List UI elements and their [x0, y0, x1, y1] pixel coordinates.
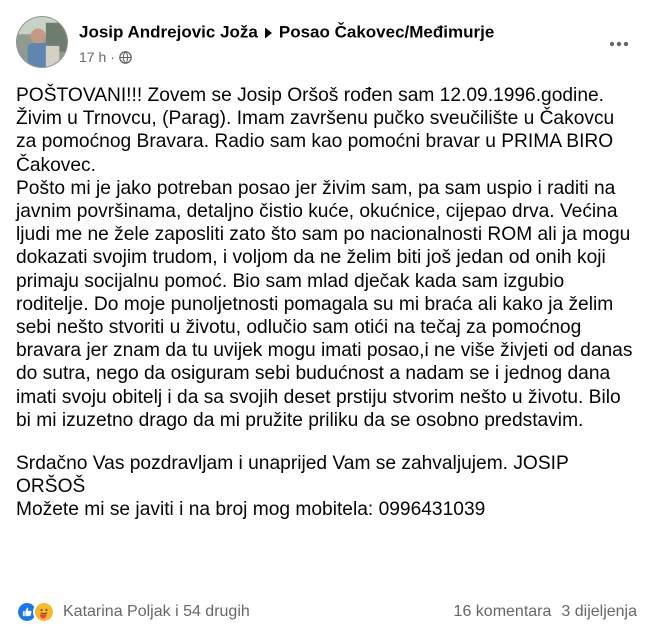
caret-right-icon — [263, 27, 273, 39]
message-paragraph-story: Pošto mi je jako potreban posao jer živi… — [16, 177, 633, 431]
post-header: Josip Andrejovic Joža Posao Čakovec/Međim… — [16, 16, 637, 72]
author-line: Josip Andrejovic Joža Posao Čakovec/Međim… — [79, 20, 597, 45]
reactions-count-text: Katarina Poljak i 54 drugih — [63, 603, 250, 620]
comments-count-link[interactable]: 16 komentara — [454, 603, 552, 620]
post-stats: 16 komentara 3 dijeljenja — [454, 603, 637, 621]
message-paragraph-contact: Možete mi se javiti i na broj mog mobite… — [16, 499, 486, 521]
avatar-photo — [17, 17, 67, 67]
facebook-post: Josip Andrejovic Joža Posao Čakovec/Međim… — [0, 0, 653, 636]
message-paragraph-intro: POŠTOVANI!!! Zovem se Josip Oršoš rođen … — [16, 85, 615, 176]
more-options-button[interactable] — [601, 26, 637, 62]
more-dots-icon — [609, 41, 629, 47]
post-message: POŠTOVANI!!! Zovem se Josip Oršoš rođen … — [16, 84, 636, 522]
post-footer: Katarina Poljak i 54 drugih 16 komentara… — [16, 598, 637, 628]
post-timestamp-line: 17 h · — [79, 47, 597, 67]
author-name[interactable]: Josip Andrejovic Joža — [79, 23, 258, 42]
reactions-summary[interactable]: Katarina Poljak i 54 drugih — [16, 601, 250, 623]
post-time[interactable]: 17 h — [79, 49, 106, 65]
care-icon — [33, 601, 55, 623]
group-name[interactable]: Posao Čakovec/Međimurje — [279, 23, 494, 42]
message-paragraph-greeting: Srdačno Vas pozdravljam i unaprijed Vam … — [16, 453, 569, 498]
shares-count-link[interactable]: 3 dijeljenja — [561, 603, 637, 620]
separator-dot: · — [110, 48, 115, 65]
author-avatar[interactable] — [16, 16, 68, 68]
post-meta: Josip Andrejovic Joža Posao Čakovec/Međim… — [79, 20, 597, 67]
globe-icon — [119, 50, 132, 64]
